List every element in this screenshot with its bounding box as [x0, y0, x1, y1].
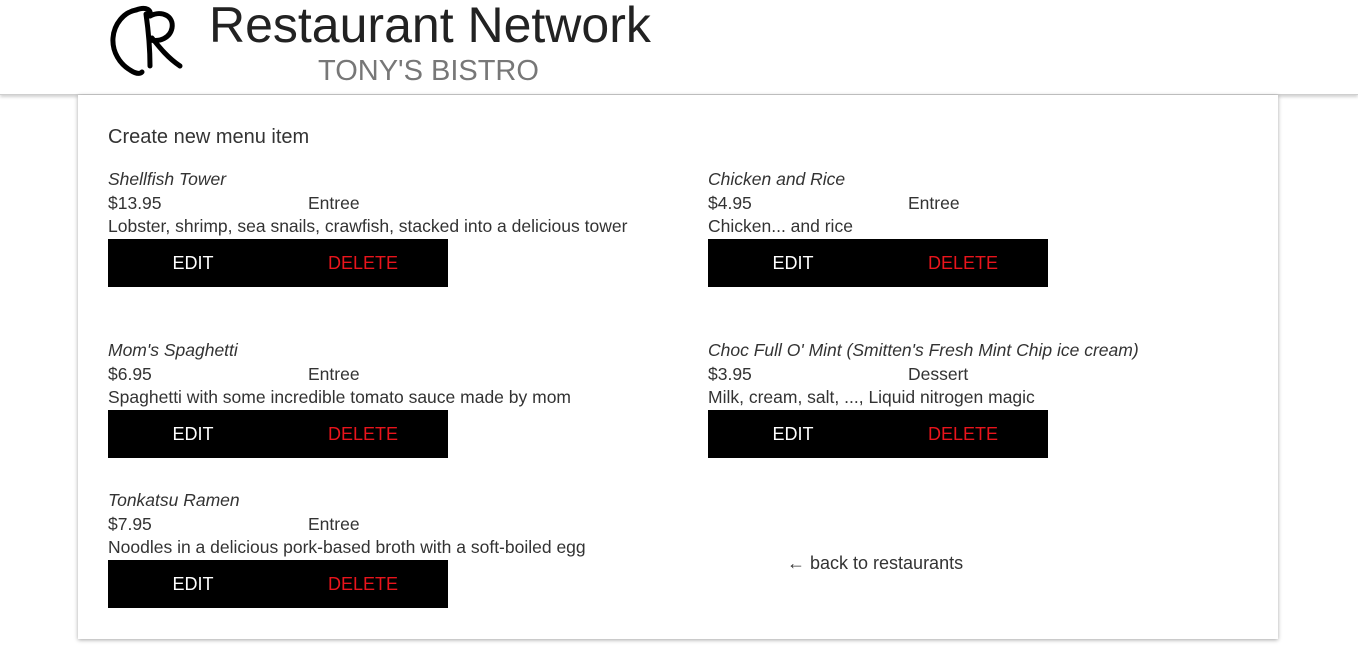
- menu-item-meta: $6.95 Entree: [108, 363, 648, 387]
- menu-item-card: Chicken and Rice $4.95 Entree Chicken...…: [708, 168, 1248, 287]
- menu-item-category: Dessert: [908, 364, 969, 384]
- menu-item-meta: $7.95 Entree: [108, 513, 668, 537]
- menu-item-actions: EDIT DELETE: [708, 239, 1048, 287]
- site-header: Restaurant Network TONY'S BISTRO: [0, 0, 1358, 95]
- site-title: Restaurant Network: [209, 0, 651, 53]
- edit-button[interactable]: EDIT: [708, 239, 878, 287]
- menu-item-card: Tonkatsu Ramen $7.95 Entree Noodles in a…: [108, 489, 668, 608]
- menu-item-name: Choc Full O' Mint (Smitten's Fresh Mint …: [708, 340, 1139, 360]
- menu-item-actions: EDIT DELETE: [708, 410, 1048, 458]
- menu-item-description: Milk, cream, salt, ..., Liquid nitrogen …: [708, 387, 1035, 407]
- back-to-restaurants-link[interactable]: ← back to restaurants: [787, 551, 963, 575]
- menu-item-meta: $3.95 Dessert: [708, 363, 1248, 387]
- delete-button[interactable]: DELETE: [878, 239, 1048, 287]
- menu-item-description: Lobster, shrimp, sea snails, crawfish, s…: [108, 216, 628, 236]
- menu-item-description: Spaghetti with some incredible tomato sa…: [108, 387, 572, 407]
- menu-item-price: $7.95: [108, 514, 152, 534]
- edit-button[interactable]: EDIT: [108, 560, 278, 608]
- menu-item-card: Choc Full O' Mint (Smitten's Fresh Mint …: [708, 339, 1248, 458]
- edit-button[interactable]: EDIT: [108, 239, 278, 287]
- menu-item-price: $6.95: [108, 364, 152, 384]
- restaurant-network-logo-icon[interactable]: [106, 2, 186, 78]
- delete-button[interactable]: DELETE: [278, 410, 448, 458]
- menu-item-actions: EDIT DELETE: [108, 560, 448, 608]
- menu-item-actions: EDIT DELETE: [108, 239, 448, 287]
- edit-button[interactable]: EDIT: [108, 410, 278, 458]
- delete-button[interactable]: DELETE: [278, 239, 448, 287]
- menu-item-price: $4.95: [708, 193, 752, 213]
- edit-button[interactable]: EDIT: [708, 410, 878, 458]
- delete-button[interactable]: DELETE: [278, 560, 448, 608]
- delete-button[interactable]: DELETE: [878, 410, 1048, 458]
- menu-item-description: Chicken... and rice: [708, 216, 853, 236]
- menu-item-category: Entree: [308, 193, 360, 213]
- menu-item-meta: $13.95 Entree: [108, 192, 648, 216]
- menu-item-category: Entree: [308, 364, 360, 384]
- menu-item-price: $13.95: [108, 193, 162, 213]
- menu-item-description: Noodles in a delicious pork-based broth …: [108, 537, 586, 557]
- menu-item-name: Shellfish Tower: [108, 169, 227, 189]
- menu-item-name: Tonkatsu Ramen: [108, 490, 240, 510]
- menu-item-name: Mom's Spaghetti: [108, 340, 238, 360]
- restaurant-name: TONY'S BISTRO: [318, 55, 539, 87]
- create-menu-item-link[interactable]: Create new menu item: [108, 124, 309, 150]
- menu-item-price: $3.95: [708, 364, 752, 384]
- menu-item-meta: $4.95 Entree: [708, 192, 1248, 216]
- menu-item-card: Shellfish Tower $13.95 Entree Lobster, s…: [108, 168, 648, 287]
- menu-item-name: Chicken and Rice: [708, 169, 846, 189]
- menu-item-card: Mom's Spaghetti $6.95 Entree Spaghetti w…: [108, 339, 648, 458]
- menu-item-category: Entree: [308, 514, 360, 534]
- menu-item-category: Entree: [908, 193, 960, 213]
- menu-item-actions: EDIT DELETE: [108, 410, 448, 458]
